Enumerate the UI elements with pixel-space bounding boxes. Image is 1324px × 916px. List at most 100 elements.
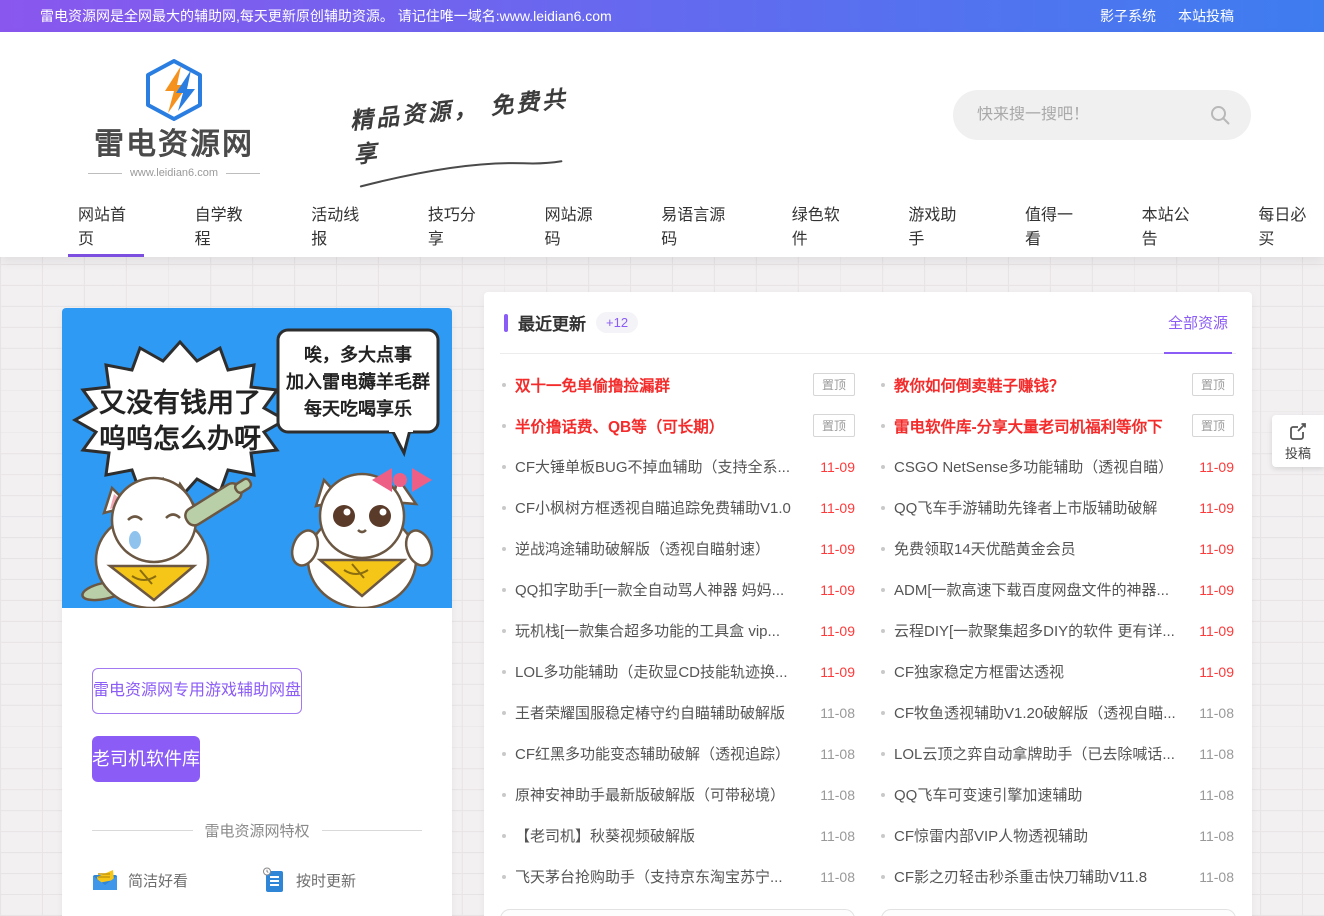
article-link[interactable]: 免费领取14天优酷黄金会员 <box>894 538 1190 559</box>
article-link[interactable]: QQ扣字助手[一款全自动骂人神器 妈妈... <box>515 579 811 600</box>
software-library-button[interactable]: 老司机软件库 <box>92 736 200 782</box>
site-logo[interactable]: 雷电资源网 www.leidian6.com <box>74 58 274 179</box>
article-row: 教你如何倒卖鞋子赚钱？置顶 <box>881 364 1234 405</box>
section-title: 最近更新 <box>518 310 586 335</box>
article-link[interactable]: 飞天茅台抢购助手（支持京东淘宝苏宁... <box>515 866 811 887</box>
nav-item-5[interactable]: 易语言源码 <box>651 192 741 257</box>
comic-bubble-left-line1: 又没有钱用了 <box>99 388 261 418</box>
article-date: 11-08 <box>1199 705 1234 721</box>
next-section-previews <box>500 909 1236 916</box>
article-date: 11-08 <box>820 869 855 885</box>
article-link[interactable]: 雷电软件库-分享大量老司机福利等你下 <box>894 415 1183 437</box>
article-column-left: 双十一免单偷撸捡漏群置顶半价撸话费、QB等（可长期）置顶CF大锤单板BUG不掉血… <box>502 364 855 897</box>
article-link[interactable]: 王者荣耀国服稳定椿守约自瞄辅助破解版 <box>515 702 811 723</box>
bullet-icon <box>502 465 506 469</box>
bullet-icon <box>502 506 506 510</box>
nav-item-0[interactable]: 网站首页 <box>68 192 144 257</box>
article-link[interactable]: 半价撸话费、QB等（可长期） <box>515 415 804 437</box>
article-link[interactable]: QQ飞车可变速引擎加速辅助 <box>894 784 1190 805</box>
nav-item-10[interactable]: 每日必买 <box>1248 192 1324 257</box>
article-row: 雷电软件库-分享大量老司机福利等你下置顶 <box>881 405 1234 446</box>
article-link[interactable]: 玩机栈[一款集合超多功能的工具盒 vip... <box>515 620 811 641</box>
submit-post-float-button[interactable]: 投稿 <box>1272 415 1324 467</box>
article-date: 11-09 <box>820 664 855 680</box>
article-date: 11-09 <box>820 582 855 598</box>
article-link[interactable]: ADM[一款高速下载百度网盘文件的神器... <box>894 579 1190 600</box>
nav-item-8[interactable]: 值得一看 <box>1015 192 1091 257</box>
comic-bubble-left-line2: 呜呜怎么办呀 <box>99 423 261 454</box>
article-row: 云程DIY[一款聚集超多DIY的软件 更有详...11-09 <box>881 610 1234 651</box>
feature-list: 简洁好看 按时更新 <box>92 867 422 916</box>
article-link[interactable]: LOL云顶之弈自动拿牌助手（已去除喊话... <box>894 743 1190 764</box>
article-date: 11-09 <box>1199 541 1234 557</box>
bullet-icon <box>881 383 885 387</box>
search-icon[interactable] <box>1209 104 1231 126</box>
document-clock-icon <box>262 867 286 893</box>
article-date: 11-09 <box>1199 582 1234 598</box>
article-row: 王者荣耀国服稳定椿守约自瞄辅助破解版11-08 <box>502 692 855 733</box>
article-date: 11-08 <box>820 746 855 762</box>
article-row: 原神安神助手最新版破解版（可带秘境）11-08 <box>502 774 855 815</box>
main-nav: 网站首页自学教程活动线报技巧分享网站源码易语言源码绿色软件游戏助手值得一看本站公… <box>68 192 1324 257</box>
article-link[interactable]: 逆战鸿途辅助破解版（透视自瞄射速） <box>515 538 811 559</box>
comic-bubble-right-line2: 加入雷电薅羊毛群 <box>285 371 430 392</box>
nav-item-7[interactable]: 游戏助手 <box>898 192 974 257</box>
article-date: 11-09 <box>820 541 855 557</box>
article-link[interactable]: CF大锤单板BUG不掉血辅助（支持全系... <box>515 456 811 477</box>
next-section-box-right <box>881 909 1236 916</box>
article-row: 【老司机】秋葵视频破解版11-08 <box>502 815 855 856</box>
article-link[interactable]: CF红黑多功能变态辅助破解（透视追踪） <box>515 743 811 764</box>
article-row: CF小枫树方框透视自瞄追踪免费辅助V1.0 11-09 <box>502 487 855 528</box>
article-date: 11-08 <box>1199 869 1234 885</box>
all-resources-link[interactable]: 全部资源 <box>1164 292 1232 354</box>
article-link[interactable]: CF小枫树方框透视自瞄追踪免费辅助V1.0 <box>515 497 811 518</box>
sticky-badge: 置顶 <box>1192 414 1234 437</box>
article-column-right: 教你如何倒卖鞋子赚钱？置顶雷电软件库-分享大量老司机福利等你下置顶CSGO Ne… <box>881 364 1234 897</box>
topbar-links: 影子系统 本站投稿 <box>1100 6 1234 26</box>
article-row: QQ飞车手游辅助先锋者上市版辅助破解11-09 <box>881 487 1234 528</box>
article-link[interactable]: QQ飞车手游辅助先锋者上市版辅助破解 <box>894 497 1190 518</box>
bullet-icon <box>502 875 506 879</box>
article-row: CF惊雷内部VIP人物透视辅助 11-08 <box>881 815 1234 856</box>
bullet-icon <box>881 465 885 469</box>
article-link[interactable]: CF独家稳定方框雷达透视 <box>894 661 1190 682</box>
next-section-box-left <box>500 909 855 916</box>
game-assist-netdisk-button[interactable]: 雷电资源网专用游戏辅助网盘 <box>92 668 302 714</box>
article-link[interactable]: 双十一免单偷撸捡漏群 <box>515 374 804 396</box>
site-slogan: 精品资源， 免费共享 <box>348 78 586 190</box>
article-link[interactable]: 云程DIY[一款聚集超多DIY的软件 更有详... <box>894 620 1190 641</box>
search-input[interactable] <box>977 106 1209 124</box>
nav-item-2[interactable]: 活动线报 <box>301 192 377 257</box>
article-link[interactable]: LOL多功能辅助（走砍显CD技能轨迹换... <box>515 661 811 682</box>
article-link[interactable]: CF牧鱼透视辅助V1.20破解版（透视自瞄... <box>894 702 1190 723</box>
feature-item-updates: 按时更新 <box>262 867 422 893</box>
latest-updates-card: 最近更新 +12 全部资源 双十一免单偷撸捡漏群置顶半价撸话费、QB等（可长期）… <box>484 292 1252 916</box>
article-row: CF牧鱼透视辅助V1.20破解版（透视自瞄... 11-08 <box>881 692 1234 733</box>
nav-item-6[interactable]: 绿色软件 <box>782 192 858 257</box>
lightning-hexagon-logo-icon <box>143 58 205 122</box>
bullet-icon <box>502 547 506 551</box>
promo-comic-banner[interactable]: 又没有钱用了 呜呜怎么办呀 唉，多大点事 加入雷电薅羊毛群 每天吃喝享乐 <box>62 308 452 608</box>
bullet-icon <box>502 383 506 387</box>
nav-item-9[interactable]: 本站公告 <box>1132 192 1208 257</box>
nav-item-1[interactable]: 自学教程 <box>185 192 261 257</box>
topbar-link-shadow-system[interactable]: 影子系统 <box>1100 6 1156 26</box>
site-announcement: 雷电资源网是全网最大的辅助网,每天更新原创辅助资源。 请记住唯一域名:www.l… <box>40 6 612 26</box>
article-date: 11-08 <box>1199 828 1234 844</box>
article-link[interactable]: CF影之刃轻击秒杀重击快刀辅助V11.8 <box>894 866 1190 887</box>
nav-item-3[interactable]: 技巧分享 <box>418 192 494 257</box>
slogan-swoosh <box>356 152 567 190</box>
article-date: 11-09 <box>820 500 855 516</box>
article-link[interactable]: 原神安神助手最新版破解版（可带秘境） <box>515 784 811 805</box>
article-link[interactable]: 【老司机】秋葵视频破解版 <box>515 825 811 846</box>
nav-item-4[interactable]: 网站源码 <box>535 192 611 257</box>
topbar-link-site-submit[interactable]: 本站投稿 <box>1178 6 1234 26</box>
article-date: 11-09 <box>820 623 855 639</box>
article-link[interactable]: CSGO NetSense多功能辅助（透视自瞄） <box>894 456 1190 477</box>
article-link[interactable]: 教你如何倒卖鞋子赚钱？ <box>894 374 1183 396</box>
section-header: 最近更新 +12 全部资源 <box>500 292 1236 354</box>
article-link[interactable]: CF惊雷内部VIP人物透视辅助 <box>894 825 1190 846</box>
bullet-icon <box>502 424 506 428</box>
search-bar <box>953 90 1251 140</box>
article-row: 双十一免单偷撸捡漏群置顶 <box>502 364 855 405</box>
